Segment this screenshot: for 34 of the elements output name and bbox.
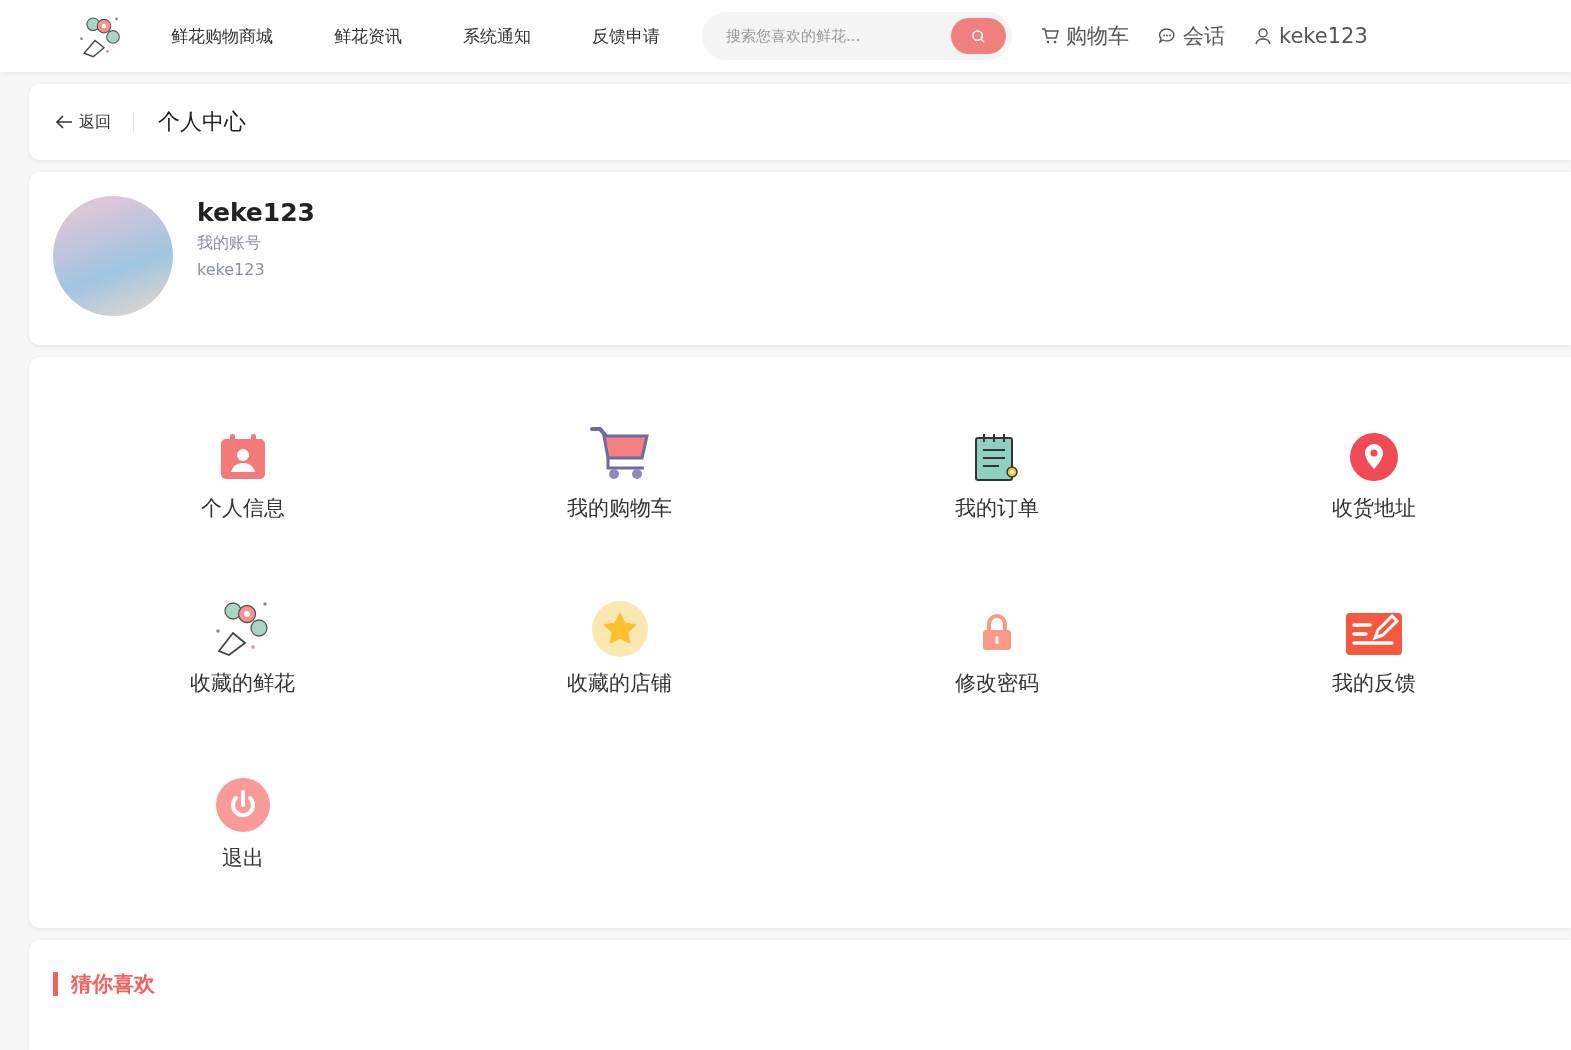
menu-item[interactable]: 收藏的店铺 [431, 572, 808, 697]
header-link[interactable]: keke123 [1253, 24, 1368, 48]
account-label: 我的账号 [197, 233, 262, 254]
user-icon [1253, 26, 1273, 46]
header-link-label: 购物车 [1066, 23, 1129, 50]
cart-icon [1040, 26, 1060, 46]
user-name: keke123 [197, 198, 315, 227]
menu-item[interactable]: 收货地址 [1185, 397, 1562, 522]
menu-item[interactable]: 修改密码 [808, 572, 1185, 697]
account-value: keke123 [197, 260, 266, 279]
nav-link[interactable]: 鲜花资讯 [334, 24, 402, 48]
nav-link[interactable]: 反馈申请 [592, 24, 660, 48]
menu-item[interactable]: 收藏的鲜花 [54, 572, 431, 697]
search-field[interactable]: 搜索您喜欢的鲜花... [702, 12, 1012, 60]
header-link-label: keke123 [1279, 24, 1368, 48]
cart-icon [588, 424, 651, 482]
nav-link[interactable]: 系统通知 [463, 24, 531, 48]
header-link[interactable]: 会话 [1157, 22, 1225, 50]
search-icon [971, 28, 986, 44]
nav-link[interactable]: 鲜花购物商城 [171, 24, 273, 48]
section-title: 猜你喜欢 [53, 972, 155, 996]
header-link[interactable]: 购物车 [1040, 22, 1129, 50]
header-link-label: 会话 [1183, 23, 1225, 50]
page-title: 个人中心 [158, 108, 246, 136]
menu-item[interactable]: 个人信息 [54, 397, 431, 522]
menu-item[interactable]: 我的反馈 [1185, 572, 1562, 697]
menu-item[interactable]: 我的购物车 [431, 397, 808, 522]
search-input[interactable]: 搜索您喜欢的鲜花... [724, 26, 951, 46]
menu-item[interactable]: 退出 [54, 747, 431, 872]
back-link[interactable]: 返回 [53, 111, 111, 133]
chat-icon [1157, 26, 1177, 46]
menu-item[interactable]: 我的订单 [808, 397, 1185, 522]
power-icon [215, 778, 270, 832]
location-pin-icon [1348, 432, 1399, 482]
